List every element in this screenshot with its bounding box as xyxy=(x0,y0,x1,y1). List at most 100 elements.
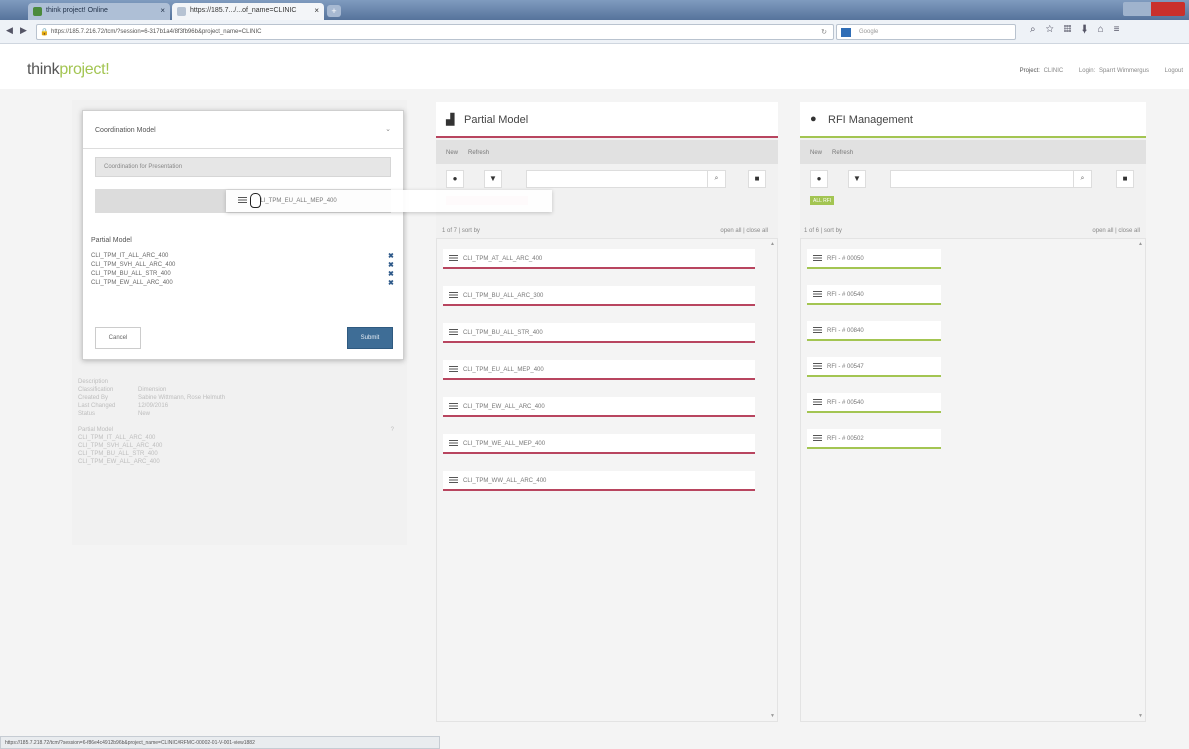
remove-icon[interactable]: ✖ xyxy=(388,270,394,278)
list-meta[interactable]: 1 of 6 | sort by xyxy=(804,228,842,234)
new-button[interactable]: New xyxy=(810,150,822,156)
scroll-down-icon[interactable]: ▼ xyxy=(770,713,775,719)
menu-icon[interactable]: ≡ xyxy=(1114,24,1130,35)
refresh-button[interactable]: Refresh xyxy=(832,150,853,156)
selected-model: CLI_TPM_IT_ALL_ARC_400 xyxy=(91,253,169,259)
grid-icon xyxy=(813,435,822,442)
toolbar-icons: ⌕☆▦⬇⌂≡ xyxy=(1030,24,1130,35)
browser-tabbar: think project! Online × https://185.7...… xyxy=(0,0,1189,20)
open-close-all[interactable]: open all | close all xyxy=(720,228,768,234)
remove-icon[interactable]: ✖ xyxy=(388,261,394,269)
forward-icon[interactable]: ▶ xyxy=(20,25,27,36)
selected-model: CLI_TPM_EW_ALL_ARC_400 xyxy=(91,280,173,286)
window-controls[interactable] xyxy=(1123,2,1185,16)
open-close-all[interactable]: open all | close all xyxy=(1092,228,1140,234)
back-icon[interactable]: ◀ xyxy=(6,25,13,36)
library-icon[interactable]: ▦ xyxy=(1064,24,1082,35)
thinkproject-logo[interactable]: thinkproject! xyxy=(27,61,110,79)
list-item[interactable]: RFI - # 00540 xyxy=(807,285,941,305)
filter-icon[interactable]: ▼ xyxy=(848,170,866,188)
page-icon[interactable]: ⌕ xyxy=(1030,24,1046,35)
grid-icon xyxy=(449,440,458,447)
tab-close-icon[interactable]: × xyxy=(160,6,165,15)
grid-icon xyxy=(813,291,822,298)
lock-icon: 🔒 xyxy=(40,29,49,36)
selected-model: CLI_TPM_SVH_ALL_ARC_400 xyxy=(91,262,176,268)
grid-icon xyxy=(449,292,458,299)
site-favicon-icon xyxy=(33,7,42,16)
filter-tag[interactable]: ALL RFI xyxy=(810,196,835,205)
list-item[interactable]: CLI_TPM_WE_ALL_MEP_400 xyxy=(443,434,755,454)
page-favicon-icon xyxy=(177,7,186,16)
download-icon[interactable]: ⬇ xyxy=(1081,24,1097,35)
partial-model-header: ▟ Partial Model xyxy=(436,102,778,138)
grid-icon xyxy=(238,197,247,204)
remove-icon[interactable]: ✖ xyxy=(388,252,394,260)
scroll-down-icon[interactable]: ▼ xyxy=(1138,713,1143,719)
stop-icon[interactable]: ■ xyxy=(1116,170,1134,188)
list-item[interactable]: CLI_TPM_AT_ALL_ARC_400 xyxy=(443,249,755,269)
list-item[interactable]: RFI - # 00502 xyxy=(807,429,941,449)
rfi-management-panel: ● RFI Management New Refresh ● ▼ ⌕ ■ ALL … xyxy=(800,102,1146,722)
login-label: Login: xyxy=(1078,68,1096,74)
list-item[interactable]: RFI - # 00547 xyxy=(807,357,941,377)
browser-toolbar: ◀ ▶ 🔒 https://185.7.216.72/tcm/?session=… xyxy=(0,20,1189,44)
rfi-list: ▲ RFI - # 00050 RFI - # 00540 RFI - # 00… xyxy=(800,238,1146,722)
home-icon[interactable]: ⌂ xyxy=(1098,24,1114,35)
search-icon[interactable]: ⌕ xyxy=(1073,171,1091,187)
search-engine-icon xyxy=(841,28,851,37)
search-bar[interactable]: Google xyxy=(836,24,1016,40)
list-item[interactable]: CLI_TPM_BU_ALL_STR_400 xyxy=(443,323,755,343)
scroll-up-icon[interactable]: ▲ xyxy=(1138,241,1143,247)
brain-filter-icon[interactable]: ● xyxy=(446,170,464,188)
grid-icon xyxy=(813,363,822,370)
coordination-model-dialog: Coordination Model ⌄ Coordination for Pr… xyxy=(82,110,404,360)
project-value[interactable]: CLINIC xyxy=(1044,68,1064,74)
grid-icon xyxy=(449,403,458,410)
cancel-button[interactable]: Cancel xyxy=(95,327,141,349)
search-icon[interactable]: ⌕ xyxy=(707,171,725,187)
reload-icon[interactable]: ↻ xyxy=(821,28,827,36)
list-item[interactable]: RFI - # 00540 xyxy=(807,393,941,413)
grid-icon xyxy=(449,477,458,484)
stop-icon[interactable]: ■ xyxy=(748,170,766,188)
grab-cursor-icon xyxy=(250,193,261,208)
submit-button[interactable]: Submit xyxy=(347,327,393,349)
brain-filter-icon[interactable]: ● xyxy=(810,170,828,188)
star-icon[interactable]: ☆ xyxy=(1046,24,1064,35)
grid-icon xyxy=(813,399,822,406)
scroll-up-icon[interactable]: ▲ xyxy=(770,241,775,247)
list-meta[interactable]: 1 of 7 | sort by xyxy=(442,228,480,234)
refresh-button[interactable]: Refresh xyxy=(468,150,489,156)
logout-link[interactable]: Logout xyxy=(1165,68,1183,74)
coordination-name-field[interactable]: Coordination for Presentation xyxy=(95,157,391,177)
browser-tab-2[interactable]: https://185.7.../...of_name=CLINIC × xyxy=(172,3,324,20)
header-info: Project: CLINIC Login: Sparrt Wimmergus … xyxy=(1019,68,1183,74)
list-item[interactable]: RFI - # 00050 xyxy=(807,249,941,269)
list-item[interactable]: CLI_TPM_BU_ALL_ARC_300 xyxy=(443,286,755,306)
grid-icon xyxy=(449,366,458,373)
grid-icon xyxy=(813,327,822,334)
partial-model-search-input[interactable]: ⌕ xyxy=(526,170,726,188)
login-user[interactable]: Sparrt Wimmergus xyxy=(1099,68,1149,74)
browser-tab-1[interactable]: think project! Online × xyxy=(28,3,170,20)
panel-title: RFI Management xyxy=(828,114,913,126)
tab-close-icon[interactable]: × xyxy=(314,6,319,15)
new-tab-button[interactable]: + xyxy=(327,5,341,17)
url-bar[interactable]: 🔒 https://185.7.216.72/tcm/?session=6-31… xyxy=(36,24,834,40)
rfi-search-input[interactable]: ⌕ xyxy=(890,170,1092,188)
url-text: https://185.7.216.72/tcm/?session=6-317b… xyxy=(51,29,262,35)
filter-icon[interactable]: ▼ xyxy=(484,170,502,188)
detail-summary: Description Classification Dimension Crea… xyxy=(78,379,394,465)
chevron-down-icon[interactable]: ⌄ xyxy=(385,125,391,133)
panel-title: Partial Model xyxy=(464,114,529,126)
new-button[interactable]: New xyxy=(446,150,458,156)
list-item[interactable]: RFI - # 00840 xyxy=(807,321,941,341)
remove-icon[interactable]: ✖ xyxy=(388,279,394,287)
list-item[interactable]: CLI_TPM_EW_ALL_ARC_400 xyxy=(443,397,755,417)
list-item[interactable]: CLI_TPM_EU_ALL_MEP_400 xyxy=(443,360,755,380)
list-item[interactable]: CLI_TPM_WW_ALL_ARC_400 xyxy=(443,471,755,491)
model-type-select[interactable]: Coordination Model ⌄ xyxy=(83,111,403,149)
partial-model-list: ▲ CLI_TPM_AT_ALL_ARC_400 CLI_TPM_BU_ALL_… xyxy=(436,238,778,722)
dragged-list-item[interactable]: CLI_TPM_EU_ALL_MEP_400 xyxy=(226,190,552,212)
